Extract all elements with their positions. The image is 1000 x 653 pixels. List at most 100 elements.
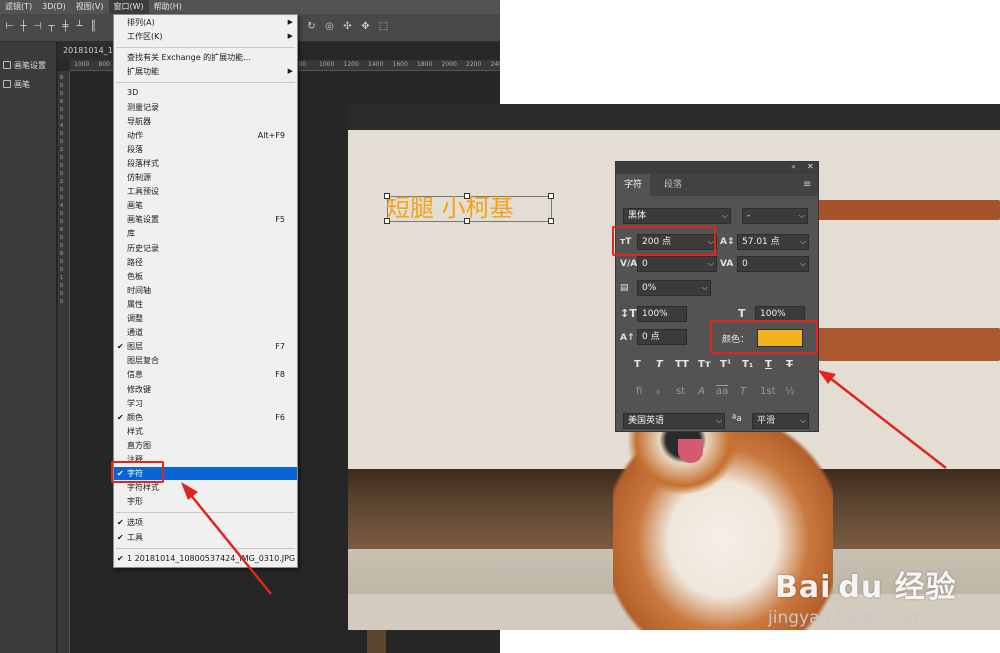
3d-scale-icon[interactable]: ⬚ (378, 21, 389, 33)
discretionary-ligatures-button[interactable]: st (676, 385, 685, 399)
transform-handle-br[interactable] (548, 218, 554, 224)
menu-view[interactable]: 视图(V) (71, 0, 109, 14)
window-menu-item[interactable]: 画笔设置 F5 (114, 213, 297, 226)
transform-handle-tc[interactable] (464, 193, 470, 199)
transform-handle-bc[interactable] (464, 218, 470, 224)
panel-brush-settings[interactable]: 画笔设置 (0, 56, 57, 74)
window-menu-item[interactable]: 查找有关 Exchange 的扩展功能... (114, 51, 297, 64)
window-menu-item[interactable]: 测量记录 (114, 101, 297, 114)
font-style-select[interactable]: - ⌵ (742, 208, 808, 224)
window-menu-item[interactable]: 导航器 (114, 115, 297, 128)
underline-button[interactable]: T (765, 358, 772, 372)
menu-3d[interactable]: 3D(D) (37, 0, 71, 14)
3d-roll-icon[interactable]: ◎ (324, 21, 335, 33)
menu-filter[interactable]: 滤镜(T) (0, 0, 37, 14)
subscript-button[interactable]: T₁ (742, 358, 753, 372)
window-menu-item[interactable]: 排列(A) ▶ (114, 16, 297, 29)
3d-slide-icon[interactable]: ✥ (360, 21, 371, 33)
window-menu-item[interactable]: 通道 (114, 326, 297, 339)
window-menu-item[interactable]: ✔ 选项 (114, 516, 297, 529)
menu-window[interactable]: 窗口(W) (108, 0, 149, 14)
close-icon[interactable]: ✕ (807, 162, 814, 171)
align-top-icon[interactable]: ┬ (46, 21, 57, 33)
font-family-select[interactable]: 黑体 ⌵ (623, 208, 731, 224)
titling-alternates-button[interactable]: T (740, 385, 746, 399)
panel-brush[interactable]: 画笔 (0, 75, 57, 93)
faux-bold-button[interactable]: T (634, 358, 641, 372)
window-menu-item[interactable]: 直方图 (114, 439, 297, 452)
window-menu-item[interactable]: 仿制源 (114, 171, 297, 184)
window-menu-item[interactable]: 历史记录 (114, 242, 297, 255)
window-menu-item[interactable]: 学习 (114, 397, 297, 410)
window-menu-item-label: 工具预设 (127, 187, 159, 197)
window-menu-item[interactable]: 时间轴 (114, 284, 297, 297)
transform-handle-tr[interactable] (548, 193, 554, 199)
menu-help[interactable]: 帮助(H) (149, 0, 187, 14)
leading-field[interactable]: 57.01 点 ⌵ (737, 234, 809, 250)
character-panel: « ✕ 字符 段落 ≡ 黑体 ⌵ - ⌵ ᴛT 200 点 ⌵ A↕ 57.01… (615, 161, 819, 432)
window-menu-item[interactable]: 路径 (114, 256, 297, 269)
window-menu-item[interactable]: ✔ 工具 (114, 531, 297, 544)
small-caps-button[interactable]: Tт (698, 358, 711, 372)
align-right-icon[interactable]: ⊣ (32, 21, 43, 33)
menu-shortcut: F8 (275, 370, 285, 380)
window-menu-item[interactable]: 修改键 (114, 383, 297, 396)
tab-paragraph[interactable]: 段落 (656, 174, 690, 196)
window-menu-item[interactable]: 3D (114, 86, 297, 99)
tracking-field[interactable]: 0 ⌵ (737, 256, 809, 272)
window-menu-item[interactable]: 属性 (114, 298, 297, 311)
window-menu-item[interactable]: 信息 F8 (114, 368, 297, 381)
window-menu-item[interactable]: 字符样式 (114, 481, 297, 494)
superscript-button[interactable]: T¹ (720, 358, 731, 372)
window-menu-item[interactable]: 工作区(K) ▶ (114, 30, 297, 43)
menu-separator (116, 47, 295, 49)
baseline-shift-field[interactable]: 0 点 (637, 329, 687, 345)
fractions-button[interactable]: ½ (785, 385, 795, 399)
window-menu-item[interactable]: ✔ 颜色 F6 (114, 411, 297, 424)
language-select[interactable]: 美国英语 ⌵ (623, 413, 725, 429)
window-menu-item[interactable]: 字形 (114, 495, 297, 508)
transform-handle-tl[interactable] (384, 193, 390, 199)
transform-handle-bl[interactable] (384, 218, 390, 224)
document-tab[interactable]: 20181014_10 (58, 42, 118, 60)
window-menu-item[interactable]: 库 (114, 227, 297, 240)
strikethrough-button[interactable]: T (786, 358, 793, 372)
tsume-field[interactable]: 0% ⌵ (637, 280, 711, 296)
window-menu-item[interactable]: 扩展功能 ▶ (114, 65, 297, 78)
window-menu-item[interactable]: 图层复合 (114, 354, 297, 367)
collapse-icon[interactable]: « (791, 162, 796, 171)
window-menu-item[interactable]: 工具预设 (114, 185, 297, 198)
align-center-icon[interactable]: ┼ (18, 21, 29, 33)
window-menu-item[interactable]: 调整 (114, 312, 297, 325)
antialias-select[interactable]: 平滑 ⌵ (752, 413, 809, 429)
all-caps-button[interactable]: TT (675, 358, 689, 372)
distribute-icon[interactable]: ║ (88, 21, 99, 33)
window-menu-item-label: 颜色 (127, 412, 143, 422)
window-menu-item[interactable]: 色板 (114, 270, 297, 283)
panel-menu-icon[interactable]: ≡ (803, 179, 811, 190)
window-menu-item[interactable]: ✔ 图层 F7 (114, 340, 297, 353)
window-menu-item[interactable]: 样式 (114, 425, 297, 438)
ordinals-button[interactable]: 1st (760, 385, 776, 399)
window-menu-item[interactable]: 画笔 (114, 199, 297, 212)
window-menu-item[interactable]: ✔ 1 20181014_10800537424_IMG_0310.JPG (114, 552, 297, 565)
kerning-field[interactable]: 0 ⌵ (637, 256, 717, 272)
align-middle-icon[interactable]: ╪ (60, 21, 71, 33)
font-style-value: - (747, 211, 751, 221)
panel-titlebar: « ✕ (616, 162, 818, 174)
swash-button[interactable]: A (698, 385, 705, 399)
window-menu-item[interactable]: 段落 (114, 143, 297, 156)
window-menu-item[interactable]: 动作 Alt+F9 (114, 129, 297, 142)
faux-italic-button[interactable]: T (656, 358, 663, 372)
3d-drag-icon[interactable]: ✣ (342, 21, 353, 33)
ligatures-button[interactable]: fi (636, 385, 642, 399)
align-left-icon[interactable]: ⊢ (4, 21, 15, 33)
3d-rotate-icon[interactable]: ↻ (306, 21, 317, 33)
vertical-scale-field[interactable]: 100% (637, 306, 687, 322)
tab-character[interactable]: 字符 (616, 174, 651, 196)
window-menu-item[interactable]: 段落样式 (114, 157, 297, 170)
stylistic-alternates-button[interactable]: aa (716, 385, 728, 399)
highlight-character-menu-item (111, 461, 164, 483)
align-bottom-icon[interactable]: ┴ (74, 21, 85, 33)
contextual-alternates-button[interactable]: ℴ (656, 385, 661, 399)
